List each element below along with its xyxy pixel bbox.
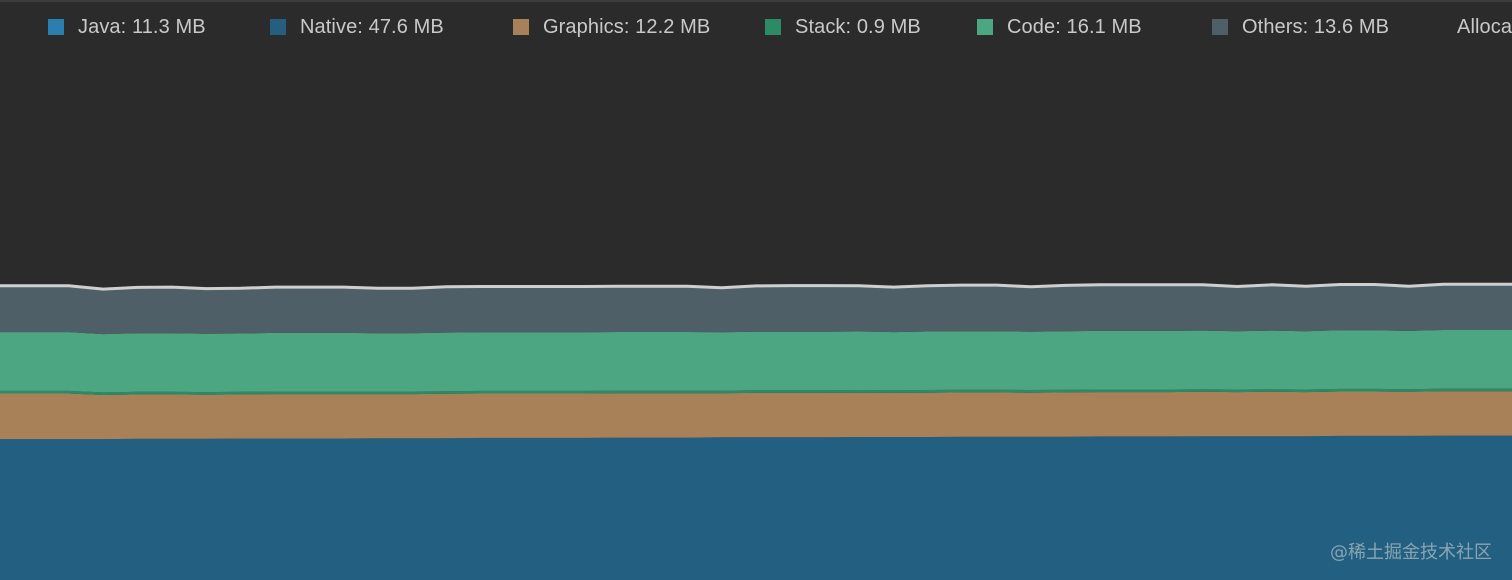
legend-item-stack[interactable]: Stack: 0.9 MB <box>765 13 921 41</box>
legend-label: Code: 16.1 MB <box>1007 15 1142 38</box>
area-graphics <box>0 391 1512 440</box>
native-swatch-icon <box>270 19 286 35</box>
legend-label: Stack: 0.9 MB <box>795 15 921 38</box>
code-swatch-icon <box>977 19 993 35</box>
area-native <box>0 435 1512 580</box>
stack-swatch-icon <box>765 19 781 35</box>
legend-item-java[interactable]: Java: 11.3 MB <box>48 13 206 41</box>
legend-label: Others: 13.6 MB <box>1242 15 1390 38</box>
area-code <box>0 330 1512 393</box>
legend-item-native[interactable]: Native: 47.6 MB <box>270 13 444 41</box>
memory-profiler-panel: Java: 11.3 MB Native: 47.6 MB Graphics: … <box>0 0 1512 580</box>
watermark: @稀土掘金技术社区 <box>1330 542 1492 563</box>
legend-item-allocated[interactable]: Alloca <box>1457 13 1512 41</box>
legend-label: Java: 11.3 MB <box>78 15 206 38</box>
legend-item-graphics[interactable]: Graphics: 12.2 MB <box>513 13 710 41</box>
java-swatch-icon <box>48 19 64 35</box>
others-swatch-icon <box>1212 19 1228 35</box>
area-others <box>0 284 1512 335</box>
graphics-swatch-icon <box>513 19 529 35</box>
legend-label: Graphics: 12.2 MB <box>543 15 711 38</box>
legend-item-others[interactable]: Others: 13.6 MB <box>1212 13 1389 41</box>
chart-legend: Java: 11.3 MB Native: 47.6 MB Graphics: … <box>0 0 1512 54</box>
memory-stacked-area-chart <box>0 282 1512 580</box>
legend-label: Alloca <box>1457 15 1512 38</box>
legend-item-code[interactable]: Code: 16.1 MB <box>977 13 1142 41</box>
legend-label: Native: 47.6 MB <box>300 15 444 38</box>
